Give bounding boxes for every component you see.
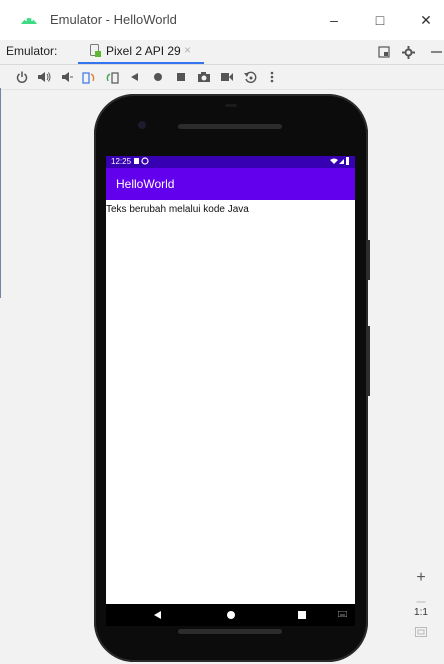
status-notification-icons — [134, 157, 150, 167]
minimize-button[interactable]: – — [322, 8, 346, 32]
emulator-label: Emulator: — [6, 44, 58, 58]
volume-down-icon[interactable] — [56, 67, 76, 87]
earpiece-speaker — [178, 124, 282, 129]
device-screen[interactable]: 12:25 HelloWorld Teks berubah melalui ko… — [106, 156, 355, 605]
zoom-controls: + – 1:1 — [407, 562, 435, 642]
volume-up-icon[interactable] — [34, 67, 54, 87]
app-title: HelloWorld — [116, 177, 175, 191]
back-icon[interactable] — [125, 67, 145, 87]
tab-pixel-2-api-29[interactable]: Pixel 2 API 29 × — [78, 40, 204, 64]
window-mode-icon[interactable] — [376, 44, 392, 60]
overview-icon[interactable] — [171, 67, 191, 87]
android-studio-logo-icon — [21, 18, 37, 24]
nav-overview-icon[interactable] — [295, 608, 309, 622]
top-sensor — [225, 104, 237, 107]
home-icon[interactable] — [148, 67, 168, 87]
status-signal-battery-icons — [330, 157, 350, 167]
tab-close-button[interactable]: × — [184, 43, 191, 57]
keyboard-icon[interactable] — [337, 610, 348, 619]
tab-label: Pixel 2 API 29 — [106, 44, 181, 58]
nav-back-icon[interactable] — [151, 608, 165, 622]
side-power-button — [367, 240, 370, 280]
app-bar: HelloWorld — [106, 168, 355, 200]
window-left-border — [0, 88, 1, 298]
window-title-bar: Emulator - HelloWorld – □ ✕ — [0, 0, 444, 40]
power-icon[interactable] — [12, 67, 32, 87]
screenshot-camera-icon[interactable] — [194, 67, 214, 87]
status-bar: 12:25 — [106, 156, 355, 168]
nav-home-icon[interactable] — [224, 608, 238, 622]
more-options-icon[interactable] — [262, 67, 282, 87]
maximize-button[interactable]: □ — [368, 8, 392, 32]
settings-gear-icon[interactable] — [400, 44, 416, 60]
window-title: Emulator - HelloWorld — [50, 12, 177, 27]
emulator-toolbar — [0, 65, 444, 90]
rotate-right-icon[interactable] — [102, 67, 122, 87]
bottom-speaker — [178, 629, 282, 634]
device-navigation-bar — [106, 604, 355, 626]
screen-record-icon[interactable] — [217, 67, 237, 87]
main-text-view: Teks berubah melalui kode Java — [106, 204, 249, 215]
device-icon — [90, 44, 101, 57]
fit-screen-icon[interactable] — [407, 622, 435, 642]
zoom-in-button[interactable]: + — [407, 568, 435, 588]
rotate-left-icon[interactable] — [79, 67, 99, 87]
status-time: 12:25 — [111, 157, 132, 166]
front-camera — [138, 121, 146, 129]
device-frame: 12:25 HelloWorld Teks berubah melalui ko… — [94, 94, 368, 662]
close-window-button[interactable]: ✕ — [414, 8, 438, 32]
actual-size-button[interactable]: 1:1 — [407, 602, 435, 622]
active-tab-underline — [78, 62, 204, 64]
emulator-tab-row: Emulator: Pixel 2 API 29 × — [0, 40, 444, 65]
side-volume-button — [367, 326, 370, 396]
hide-panel-icon[interactable] — [428, 44, 444, 60]
snapshot-icon[interactable] — [240, 67, 260, 87]
